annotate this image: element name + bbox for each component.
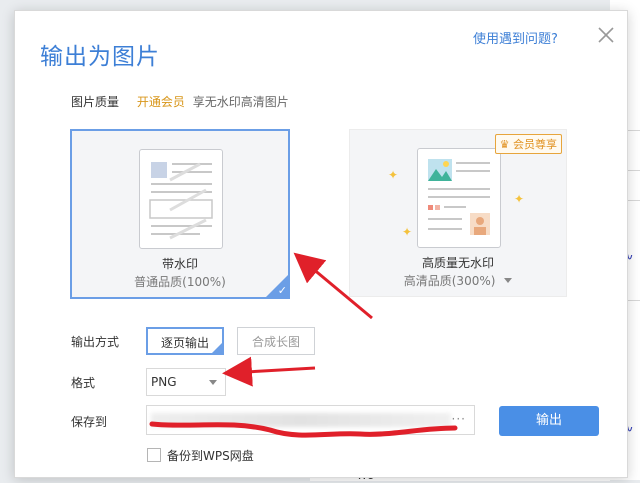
checkmark-icon: ✓ bbox=[277, 284, 287, 297]
dialog-title: 输出为图片 bbox=[40, 44, 160, 70]
format-label: 格式 bbox=[71, 376, 96, 390]
browse-more-icon[interactable]: ··· bbox=[452, 412, 466, 426]
save-path-input[interactable]: ··· bbox=[146, 405, 475, 435]
vip-badge: ♛ 会员尊享 bbox=[494, 134, 562, 154]
export-button[interactable]: 输出 bbox=[499, 406, 599, 436]
vip-link[interactable]: 开通会员 bbox=[137, 95, 185, 109]
quality-option-hd[interactable]: ✦ ✦ ✦ 高质量无水印 高清品质(300%) ♛ 会员尊享 bbox=[349, 129, 567, 297]
help-link[interactable]: 使用遇到问题? bbox=[473, 28, 558, 47]
chevron-down-icon bbox=[504, 278, 513, 283]
sparkle-icon: ✦ bbox=[402, 225, 413, 239]
selected-corner-icon bbox=[210, 341, 224, 355]
vip-tip: 享无水印高清图片 bbox=[192, 95, 289, 109]
close-icon[interactable] bbox=[597, 26, 615, 44]
output-per-page-button[interactable]: 逐页输出 bbox=[146, 327, 224, 355]
format-select[interactable]: PNG bbox=[146, 368, 226, 396]
card-title: 带水印 bbox=[161, 257, 198, 271]
crown-icon: ♛ bbox=[499, 138, 510, 151]
document-hd-icon bbox=[417, 148, 501, 248]
card-subtitle: 高清品质(300%) bbox=[350, 272, 566, 289]
sparkle-icon: ✦ bbox=[514, 192, 525, 206]
output-mode-label: 输出方式 bbox=[71, 335, 120, 349]
chevron-down-icon bbox=[209, 380, 217, 385]
quality-option-watermark[interactable]: 带水印 普通品质(100%) ✓ bbox=[70, 129, 290, 299]
export-image-dialog: 输出为图片 使用遇到问题? 图片质量 开通会员 享无水印高清图片 带水印 普通品… bbox=[14, 10, 628, 478]
backup-checkbox[interactable]: 备份到WPS网盘 bbox=[147, 447, 254, 464]
save-to-label: 保存到 bbox=[71, 415, 108, 429]
card-subtitle: 普通品质(100%) bbox=[134, 275, 226, 289]
quality-label: 图片质量 bbox=[71, 95, 120, 109]
document-watermark-icon bbox=[139, 149, 223, 249]
sparkle-icon: ✦ bbox=[388, 168, 399, 182]
quality-row: 图片质量 开通会员 享无水印高清图片 bbox=[71, 93, 289, 110]
card-title: 高质量无水印 bbox=[421, 256, 494, 270]
obscured-path bbox=[151, 413, 451, 427]
output-long-image-button[interactable]: 合成长图 bbox=[237, 327, 315, 355]
checkbox-icon[interactable] bbox=[147, 448, 161, 462]
